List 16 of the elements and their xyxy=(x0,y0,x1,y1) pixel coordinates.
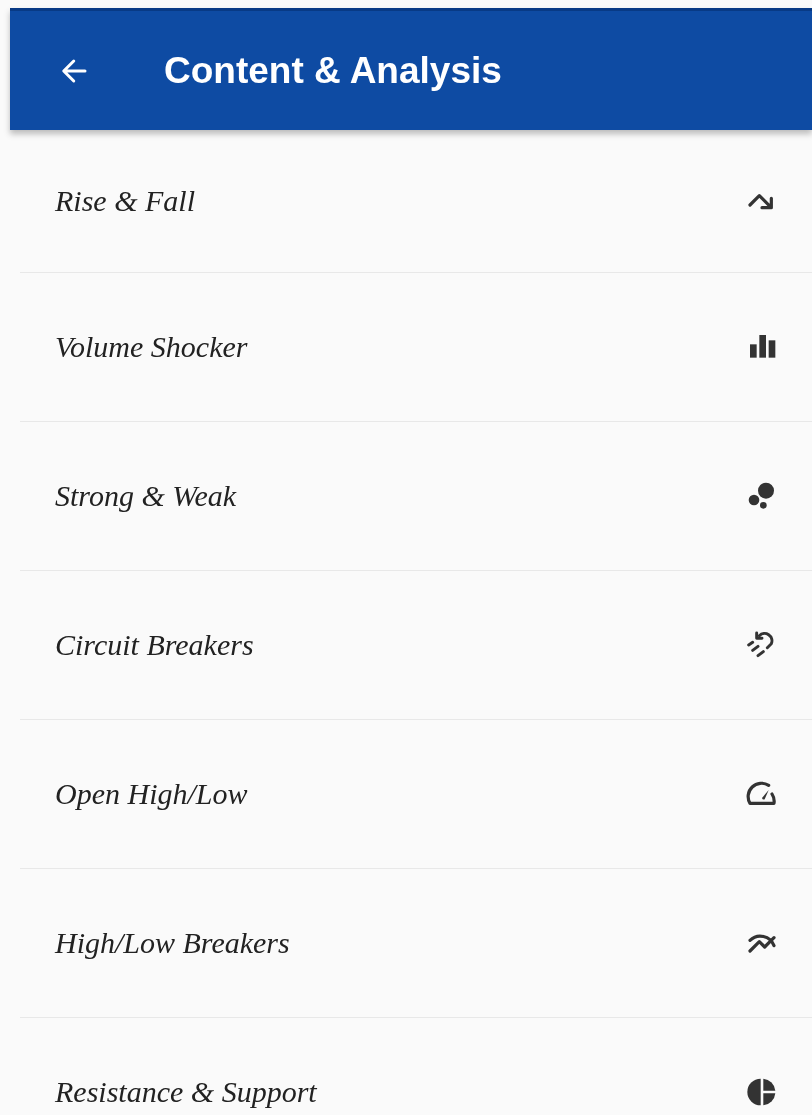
menu-item-label: Resistance & Support xyxy=(55,1075,317,1109)
menu-item[interactable]: Open High/Low xyxy=(20,720,812,869)
menu-item[interactable]: Rise & Fall xyxy=(20,130,812,273)
menu-item[interactable]: Circuit Breakers xyxy=(20,571,812,720)
menu-item-label: High/Low Breakers xyxy=(55,926,290,960)
menu-item[interactable]: High/Low Breakers xyxy=(20,869,812,1018)
menu-item-label: Rise & Fall xyxy=(55,184,195,218)
menu-item-label: Volume Shocker xyxy=(55,330,248,364)
menu-item[interactable]: Resistance & Support xyxy=(20,1018,812,1115)
menu-item-label: Open High/Low xyxy=(55,777,248,811)
menu-item-label: Circuit Breakers xyxy=(55,628,254,662)
menu-item[interactable]: Strong & Weak xyxy=(20,422,812,571)
menu-item-label: Strong & Weak xyxy=(55,479,237,513)
pie-chart-icon xyxy=(746,1076,778,1108)
screen-title: Content & Analysis xyxy=(164,49,502,92)
menu-item[interactable]: Volume Shocker xyxy=(20,273,812,422)
